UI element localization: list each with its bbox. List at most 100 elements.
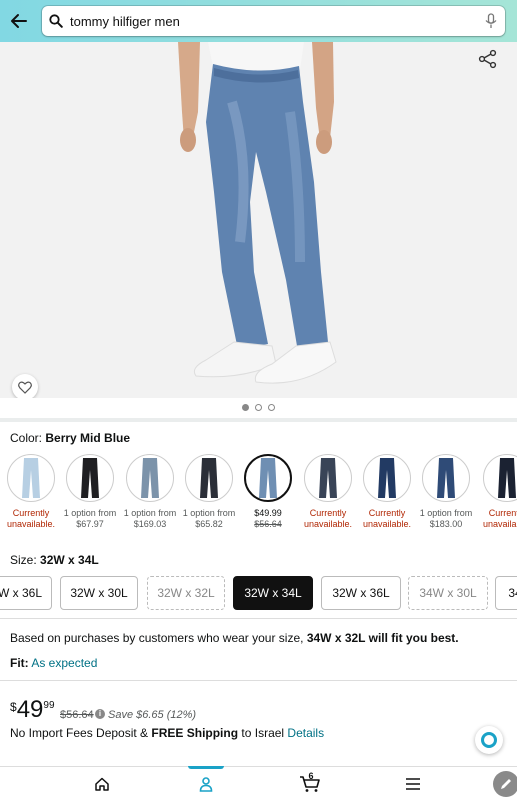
nav-menu[interactable] [393, 767, 433, 800]
swatch-status: 1 option from [419, 508, 473, 518]
microphone-icon[interactable] [477, 6, 505, 36]
product-image [178, 42, 337, 384]
selected-color: Berry Mid Blue [45, 431, 131, 445]
color-swatch[interactable]: Currentlyunavailable. [477, 450, 517, 530]
swatch-status: Currently [309, 508, 347, 518]
top-bar: tommy hilfiger men [0, 0, 517, 42]
size-option-button[interactable]: 34 [495, 576, 517, 610]
price-fraction: 99 [43, 700, 55, 711]
rufus-assistant-button[interactable] [475, 726, 503, 754]
color-swatch-thumbnail [185, 454, 233, 502]
color-swatch[interactable]: $49.99 $56.64 [238, 450, 298, 530]
fit-value-link[interactable]: As expected [31, 656, 97, 670]
color-swatch[interactable]: 1 option from $67.97 [60, 450, 120, 530]
search-input[interactable]: tommy hilfiger men [70, 14, 477, 29]
edit-fab-button[interactable] [493, 771, 517, 797]
swatch-price: $67.97 [76, 519, 104, 529]
home-icon [95, 777, 109, 791]
color-swatch-thumbnail [422, 454, 470, 502]
swatch-price: unavailable. [303, 519, 353, 529]
share-icon[interactable] [477, 48, 499, 70]
size-option-button[interactable]: 32W x 32L [147, 576, 225, 610]
product-image-gallery[interactable] [0, 42, 517, 398]
color-swatch[interactable]: 1 option from $183.00 [416, 450, 476, 530]
free-shipping-text: FREE Shipping [151, 726, 239, 740]
search-icon [42, 6, 70, 36]
shipping-prefix: No Import Fees Deposit & [10, 726, 152, 740]
fit-label: Fit: [10, 656, 29, 670]
nav-account[interactable] [186, 766, 226, 800]
gallery-dots [0, 404, 517, 411]
back-arrow-icon [11, 14, 27, 28]
size-label: Size: 32W x 34L [10, 553, 99, 567]
fit-recommendation-size: 34W x 32L will fit you best. [306, 631, 459, 645]
wishlist-heart-icon[interactable] [12, 374, 38, 398]
shipping-destination: to Israel [238, 726, 288, 740]
color-swatch[interactable]: 1 option from $169.03 [120, 450, 180, 530]
color-label: Color: Berry Mid Blue [10, 431, 130, 445]
fit-recommendation: Based on purchases by customers who wear… [10, 631, 459, 645]
savings-text: Save $6.65 (12%) [108, 709, 197, 721]
swatch-price: $65.82 [195, 519, 223, 529]
nav-home[interactable] [82, 767, 122, 800]
gallery-dot[interactable] [242, 404, 249, 411]
color-swatch-thumbnail [244, 454, 292, 502]
cart-count-badge: 6 [308, 771, 314, 781]
size-option-button[interactable]: W x 36L [0, 576, 52, 610]
color-swatch[interactable]: Currentlyunavailable. [298, 450, 358, 530]
swatch-price: unavailable. [6, 519, 56, 529]
pencil-icon [501, 779, 511, 789]
shipping-info: No Import Fees Deposit & FREE Shipping t… [10, 726, 324, 740]
search-box[interactable]: tommy hilfiger men [42, 6, 505, 36]
gallery-dot[interactable] [255, 404, 262, 411]
fit-row: Fit: As expected [10, 656, 97, 670]
size-option-button[interactable]: 32W x 36L [321, 576, 401, 610]
swatch-status: Currently [488, 508, 517, 518]
color-swatch-thumbnail [66, 454, 114, 502]
price: $ 49 99 [10, 697, 55, 723]
info-icon[interactable]: i [95, 709, 105, 719]
list-price: $56.64 [60, 709, 94, 721]
gallery-dot[interactable] [268, 404, 275, 411]
swatch-status: 1 option from [123, 508, 177, 518]
color-swatch-thumbnail [483, 454, 517, 502]
color-swatch-thumbnail [363, 454, 411, 502]
swatch-status: 1 option from [182, 508, 236, 518]
price-currency: $ [10, 700, 17, 714]
size-label-text: Size: [10, 553, 37, 567]
size-option-button[interactable]: 34W x 30L [408, 576, 488, 610]
swatch-price: $169.03 [133, 519, 167, 529]
swatch-status: 1 option from [63, 508, 117, 518]
size-option-button[interactable]: 32W x 30L [60, 576, 138, 610]
divider [0, 618, 517, 619]
hamburger-menu-icon [406, 778, 420, 790]
size-option-list: W x 36L 32W x 30L 32W x 32L 32W x 34L 32W x … [0, 576, 517, 610]
color-swatch-thumbnail [304, 454, 352, 502]
divider [0, 680, 517, 681]
selected-size: 32W x 34L [40, 553, 99, 567]
swatch-price: $183.00 [429, 519, 463, 529]
person-icon [199, 777, 213, 792]
color-swatch[interactable]: Currentlyunavailable. [1, 450, 61, 530]
swatch-price: unavailable. [362, 519, 412, 529]
swatch-price: $56.64 [254, 519, 282, 529]
swatch-status: $49.99 [254, 508, 282, 518]
bottom-nav: 6 [0, 766, 517, 800]
color-swatch[interactable]: Currentlyunavailable. [357, 450, 417, 530]
color-swatch-thumbnail [7, 454, 55, 502]
color-swatch-thumbnail [126, 454, 174, 502]
swatch-status: Currently [12, 508, 50, 518]
color-swatch[interactable]: 1 option from $65.82 [179, 450, 239, 530]
price-whole: 49 [16, 696, 44, 723]
fit-recommendation-text: Based on purchases by customers who wear… [10, 631, 307, 645]
assistant-ring-icon [481, 732, 497, 748]
color-swatch-list: Currently unavailable. 1 option from $67.97… [0, 450, 517, 538]
color-label-text: Color: [10, 431, 43, 445]
swatch-price: unavailable. [482, 519, 517, 529]
shipping-details-link[interactable]: Details [287, 726, 324, 740]
swatch-status: Currently [368, 508, 406, 518]
back-button[interactable] [6, 8, 32, 34]
divider [0, 418, 517, 422]
size-option-button[interactable]: 32W x 34L [233, 576, 313, 610]
nav-cart[interactable]: 6 [290, 767, 330, 800]
